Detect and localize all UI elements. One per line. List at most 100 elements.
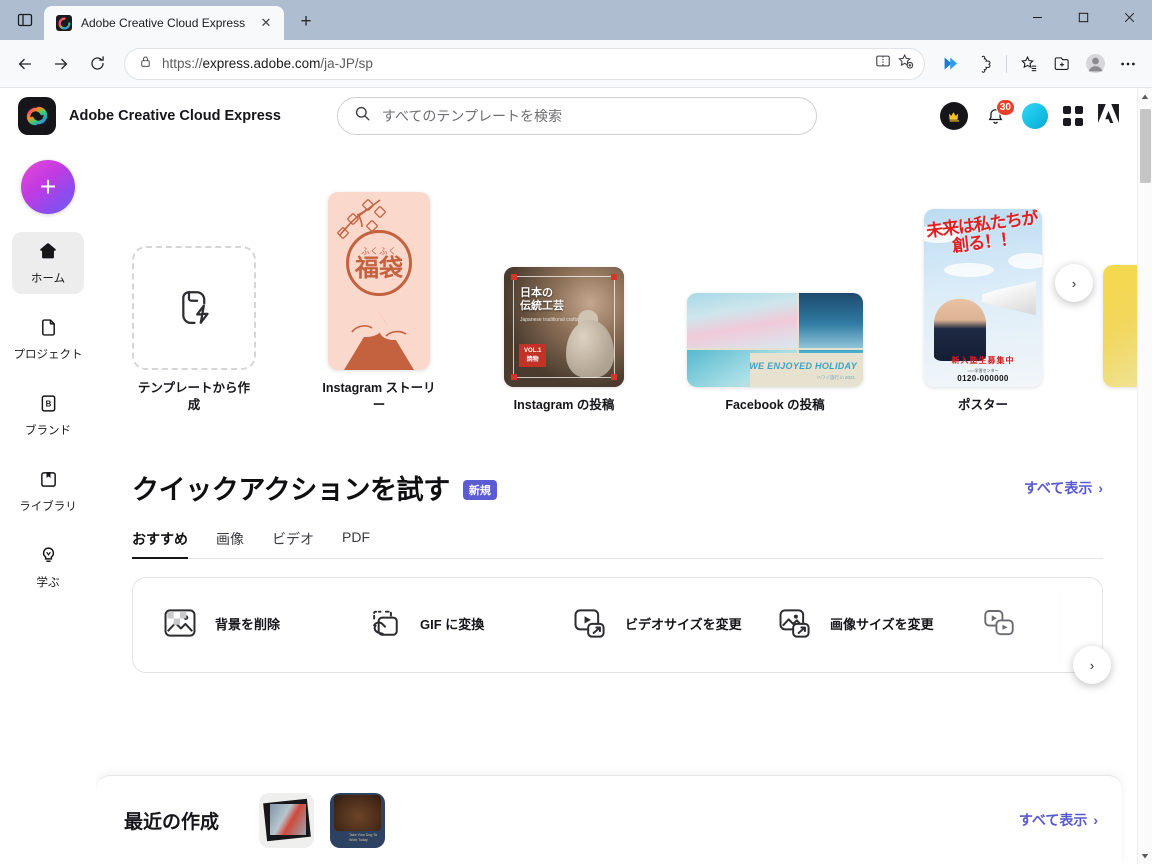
tab-pdf[interactable]: PDF — [342, 529, 370, 558]
projects-icon — [38, 317, 59, 341]
recent-projects-bar: 最近の作成 Take Your Dog To Work Today すべて表示 … — [96, 775, 1122, 864]
browser-tab[interactable]: Adobe Creative Cloud Express ✕ — [44, 6, 284, 40]
adobe-logo[interactable] — [1098, 104, 1119, 128]
template-card-poster[interactable]: 未来は私たちが創る！！ 新入塾生募集中 ○○○学習センター 0120-00000… — [924, 209, 1042, 414]
mount-fuji-art — [344, 312, 414, 371]
carousel-divider — [1059, 586, 1060, 664]
back-button[interactable] — [8, 47, 42, 81]
sidebar-item-label: ブランド — [25, 424, 71, 437]
template-thumbnail: 日本の 伝統工芸 Japanese traditional crafts VOL.… — [502, 267, 626, 388]
sidebar-item-brand[interactable]: B ブランド — [12, 384, 84, 446]
scroll-up-button[interactable] — [1138, 88, 1152, 105]
see-all-label: すべて表示 — [1023, 479, 1093, 496]
quick-actions-section: クイックアクションを試す 新規 すべて表示 › おすすめ 画像 ビデオ PDF … — [132, 468, 1103, 673]
brand-icon: B — [38, 393, 59, 417]
collage-photo — [687, 293, 798, 349]
recent-title: 最近の作成 — [124, 811, 220, 833]
template-card-label: ポスター — [957, 398, 1008, 413]
tab-video[interactable]: ビデオ — [272, 529, 314, 558]
quick-actions-tabs: おすすめ 画像 ビデオ PDF — [132, 529, 1103, 559]
dog-photo — [334, 794, 382, 831]
templates-next-button[interactable]: › — [1055, 264, 1093, 302]
template-carousel: テンプレートから作成 ふくふく 福袋 Instagram ストーリー 日本の 伝… — [132, 144, 1137, 414]
split-screen-icon[interactable] — [875, 53, 891, 74]
tab-list-icon[interactable] — [10, 5, 40, 35]
profile-icon[interactable] — [1079, 48, 1111, 80]
template-card-facebook-post[interactable]: WE ENJOYED HOLIDAY ハワイ旅行 in 2021 Faceboo… — [687, 293, 863, 414]
cloud-shape — [944, 263, 994, 278]
minimize-button[interactable] — [1014, 0, 1060, 34]
settings-more-icon[interactable] — [1112, 48, 1144, 80]
merge-video-icon — [981, 605, 1017, 646]
photo-stack-front — [270, 803, 307, 835]
quick-action-convert-to-gif[interactable]: GIF に変換 — [366, 604, 571, 647]
app-switcher-icon[interactable] — [1063, 106, 1083, 126]
notification-bell-icon[interactable]: 30 — [983, 99, 1015, 129]
close-window-button[interactable] — [1106, 0, 1152, 34]
recent-project-thumbnail[interactable] — [259, 792, 315, 848]
web-page: Adobe Creative Cloud Express すべてのテンプレートを… — [0, 88, 1137, 864]
template-card-instagram-post[interactable]: 日本の 伝統工芸 Japanese traditional crafts VOL.… — [502, 267, 626, 414]
sidebar-item-projects[interactable]: プロジェクト — [12, 308, 84, 370]
sidebar-item-library[interactable]: ライブラリ — [12, 460, 84, 522]
favorites-icon[interactable] — [1013, 48, 1045, 80]
tab-recommended[interactable]: おすすめ — [132, 529, 188, 559]
quick-action-remove-background[interactable]: 背景を削除 — [161, 604, 366, 647]
quick-actions-see-all-link[interactable]: すべて表示 › — [1024, 478, 1103, 498]
close-tab-icon[interactable]: ✕ — [256, 13, 276, 33]
corner-marker — [611, 374, 617, 381]
poster-footer: 新入塾生募集中 ○○○学習センター 0120-000000 — [924, 355, 1042, 383]
recent-see-all-link[interactable]: すべて表示 › — [1019, 810, 1098, 830]
quick-actions-next-button[interactable]: › — [1073, 646, 1111, 684]
collections-icon[interactable] — [935, 48, 967, 80]
create-new-button[interactable]: + — [21, 160, 75, 214]
new-tab-button[interactable]: + — [292, 8, 320, 36]
facebook-subcaption: ハワイ旅行 in 2021 — [816, 375, 855, 381]
scroll-down-button[interactable] — [1138, 847, 1152, 864]
see-all-label: すべて表示 — [1018, 812, 1088, 828]
post-headline: 日本の 伝統工芸 — [520, 287, 564, 313]
template-card-instagram-story[interactable]: ふくふく 福袋 Instagram ストーリー — [317, 192, 441, 414]
premium-crown-icon[interactable] — [940, 102, 968, 130]
page-scrollbar[interactable] — [1137, 88, 1152, 864]
quick-actions-list: 背景を削除 GIF に変換 ビデオサイズを変更 画像サイズを変更 — [132, 577, 1103, 673]
brand-name: Adobe Creative Cloud Express — [69, 108, 281, 124]
scrollbar-track[interactable] — [1138, 105, 1152, 847]
library-icon — [38, 469, 59, 493]
thumbnail-caption-text: Take Your Dog To Work Today — [349, 832, 378, 842]
add-favorite-icon[interactable] — [897, 53, 914, 75]
maximize-button[interactable] — [1060, 0, 1106, 34]
quick-action-label: ビデオサイズを変更 — [625, 616, 742, 632]
quick-action-resize-video[interactable]: ビデオサイズを変更 — [571, 604, 776, 647]
browser-toolbar: https://express.adobe.com/ja-JP/sp — [0, 40, 1152, 88]
resize-image-icon — [776, 604, 814, 647]
student-photo — [934, 299, 986, 362]
template-card-label: Instagram ストーリー — [322, 381, 436, 413]
sidebar-item-home[interactable]: ホーム — [12, 232, 84, 294]
quick-action-label: 画像サイズを変更 — [830, 616, 934, 632]
sidebar-item-learn[interactable]: 学ぶ — [12, 536, 84, 598]
fukubukuro-seal: ふくふく 福袋 — [346, 230, 412, 297]
search-input[interactable]: すべてのテンプレートを検索 — [336, 97, 817, 135]
app-header: Adobe Creative Cloud Express すべてのテンプレートを… — [0, 88, 1137, 144]
address-bar[interactable]: https://express.adobe.com/ja-JP/sp — [124, 47, 925, 80]
recent-project-thumbnail[interactable]: Take Your Dog To Work Today — [330, 792, 386, 848]
tab-groups-icon[interactable] — [1046, 48, 1078, 80]
tab-image[interactable]: 画像 — [216, 529, 244, 558]
template-card-blank[interactable]: テンプレートから作成 — [132, 246, 256, 414]
template-card-logo[interactable]: COOKING WITH Jan レシピとコツを紹介 ロゴ — [1103, 265, 1137, 414]
brand-home-link[interactable]: Adobe Creative Cloud Express — [18, 97, 281, 135]
user-avatar[interactable] — [1022, 103, 1048, 129]
reload-button[interactable] — [80, 47, 114, 81]
forward-button[interactable] — [44, 47, 78, 81]
template-thumbnail: COOKING WITH Jan レシピとコツを紹介 — [1103, 265, 1137, 388]
search-area: すべてのテンプレートを検索 — [336, 97, 817, 135]
template-card-label: テンプレートから作成 — [137, 381, 251, 413]
browser-essentials-icon[interactable] — [968, 48, 1000, 80]
scrollbar-thumb[interactable] — [1140, 109, 1151, 183]
search-placeholder: すべてのテンプレートを検索 — [381, 108, 562, 124]
poster-footer-line3: 0120-000000 — [957, 374, 1009, 384]
template-thumbnail: ふくふく 福袋 — [317, 192, 441, 371]
quick-action-merge-video[interactable] — [981, 605, 1041, 646]
quick-action-resize-image[interactable]: 画像サイズを変更 — [776, 604, 981, 647]
